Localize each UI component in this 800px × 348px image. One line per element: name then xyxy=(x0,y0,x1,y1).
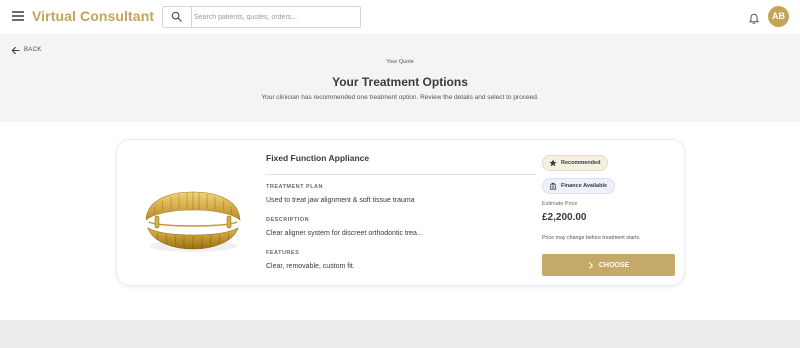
search-icon[interactable] xyxy=(163,7,192,27)
page-title: Your Treatment Options xyxy=(332,75,468,89)
arrow-left-icon xyxy=(11,46,20,54)
estimate-price-label: Estimate Price xyxy=(542,201,578,207)
options-area: Fixed Function Appliance TREATMENT PLAN … xyxy=(0,122,800,320)
fixed-appliance-image xyxy=(145,191,241,252)
finance-label: Finance Available xyxy=(561,183,608,189)
brand-logo[interactable]: Virtual Consultant xyxy=(32,8,154,24)
star-icon xyxy=(549,159,557,167)
choose-label: CHOOSE xyxy=(598,261,630,269)
bank-icon xyxy=(549,182,557,190)
recommended-badge: Recommended xyxy=(542,155,609,171)
price-note: Price may change before treatment starts… xyxy=(542,235,641,241)
description-value: Clear aligner system for discreet orthod… xyxy=(266,230,423,237)
choose-button[interactable]: CHOOSE xyxy=(542,254,675,276)
features-value: Clear, removable, custom fit. xyxy=(266,263,355,270)
page-subtitle: Your clinician has recommended one treat… xyxy=(261,94,539,101)
option-title: Fixed Function Appliance xyxy=(266,153,370,163)
estimate-price: £2,200.00 xyxy=(542,212,587,223)
quote-header: BACK Your Quote Your Treatment Options Y… xyxy=(0,34,800,122)
user-avatar[interactable]: AB xyxy=(768,6,789,27)
chevron-right-icon xyxy=(588,261,593,269)
title-divider xyxy=(266,174,536,175)
search-input[interactable] xyxy=(194,9,358,25)
back-button[interactable]: BACK xyxy=(11,44,42,56)
features-label: FEATURES xyxy=(266,250,300,256)
description-label: DESCRIPTION xyxy=(266,217,310,223)
page-eyebrow: Your Quote xyxy=(386,59,414,65)
treatment-plan-value: Used to treat jaw alignment & soft tissu… xyxy=(266,197,415,204)
top-bar: Virtual Consultant AB xyxy=(0,0,800,34)
search-box xyxy=(162,6,361,28)
bell-icon[interactable] xyxy=(748,12,760,24)
back-label: BACK xyxy=(24,47,42,53)
recommended-label: Recommended xyxy=(561,160,601,166)
footer-band xyxy=(0,320,800,348)
menu-icon[interactable] xyxy=(12,11,24,21)
treatment-plan-label: TREATMENT PLAN xyxy=(266,184,324,190)
finance-badge: Finance Available xyxy=(542,178,616,194)
treatment-option-card: Fixed Function Appliance TREATMENT PLAN … xyxy=(116,139,685,286)
